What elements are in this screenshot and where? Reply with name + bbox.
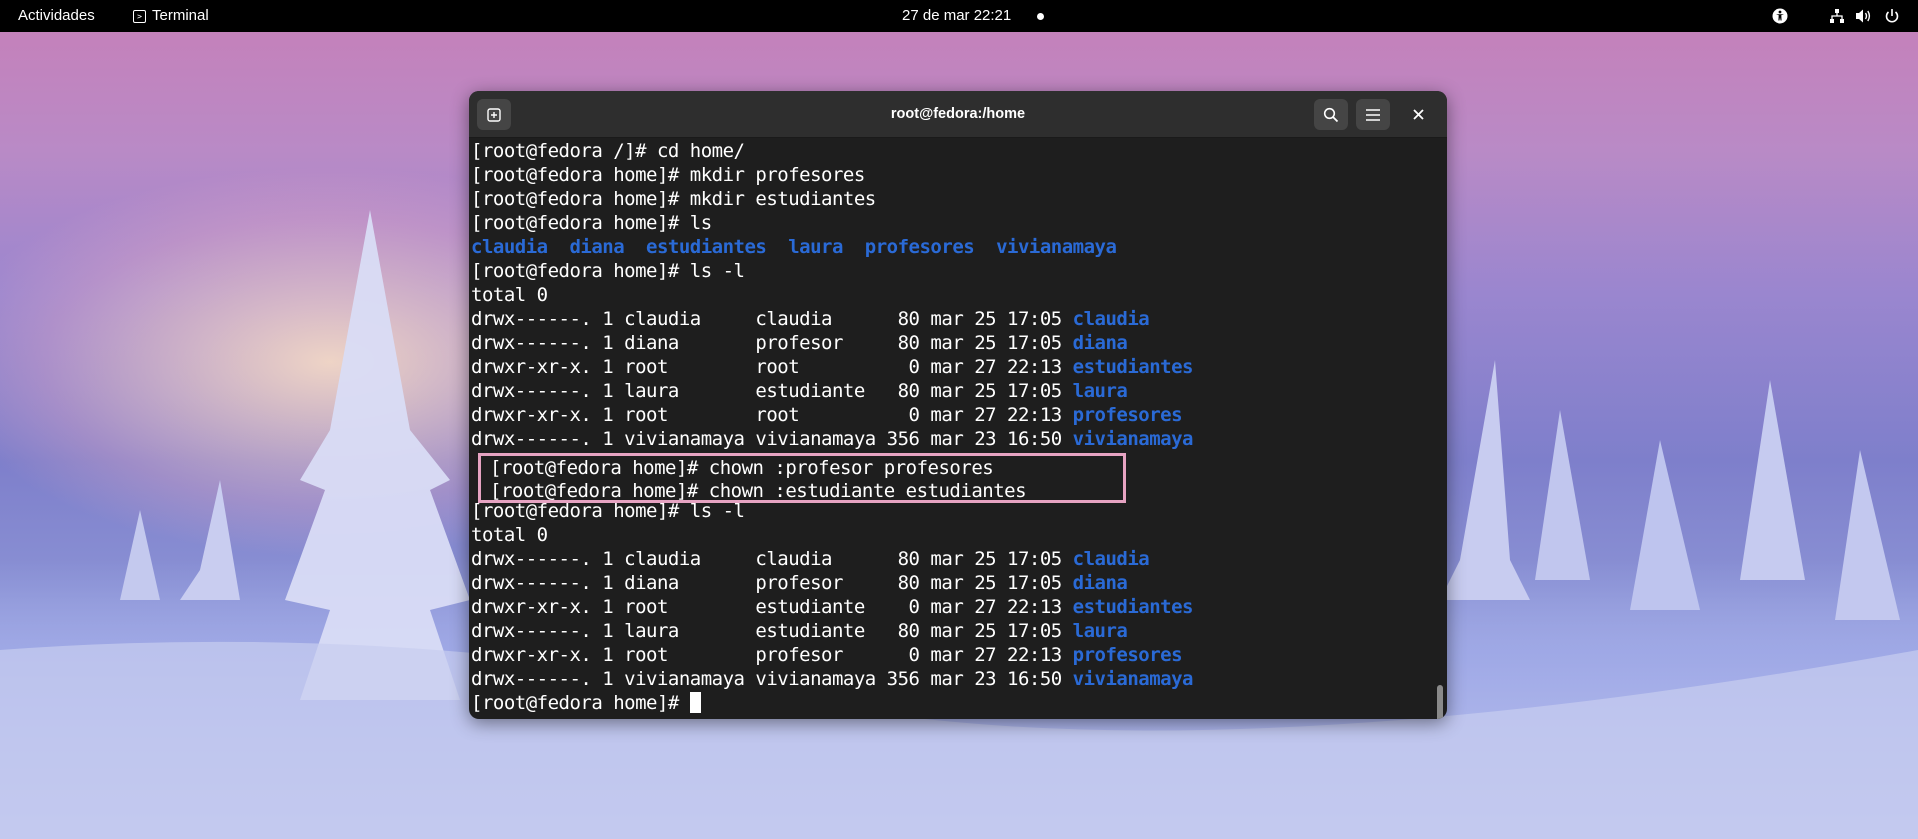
dir-name: laura [1072, 620, 1128, 642]
hamburger-menu-icon [1366, 108, 1380, 121]
terminal-line: [root@fedora /]# cd home/ [471, 140, 745, 162]
terminal-line: total 0 [471, 284, 548, 306]
window-title: root@fedora:/home [890, 106, 1026, 122]
dir-name: diana [1072, 332, 1128, 354]
terminal-line: total 0 [471, 524, 548, 546]
highlighted-command: [root@fedora home]# chown :estudiante es… [490, 480, 1027, 502]
dir-name: profesores [1072, 404, 1183, 426]
clock[interactable]: 27 de mar 22:21 [902, 0, 1011, 32]
dir-name: claudia [1072, 548, 1150, 570]
listing-row: drwx------. 1 diana profesor 80 mar 25 1… [471, 332, 1128, 354]
terminal-line: [root@fedora home]# mkdir profesores [471, 164, 865, 186]
dir-name: laura [1072, 380, 1128, 402]
listing-row: drwx------. 1 vivianamaya vivianamaya 35… [471, 428, 1194, 450]
dir-name: diana [1072, 572, 1128, 594]
volume-icon[interactable] [1855, 0, 1873, 32]
close-button[interactable] [1401, 99, 1435, 130]
listing-row: drwx------. 1 vivianamaya vivianamaya 35… [471, 668, 1194, 690]
terminal-line: [root@fedora home]# mkdir estudiantes [471, 188, 876, 210]
terminal-content[interactable]: [root@fedora /]# cd home/ [root@fedora h… [471, 139, 1433, 715]
network-icon[interactable] [1829, 0, 1845, 32]
accessibility-icon[interactable] [1772, 0, 1788, 32]
listing-row: drwxr-xr-x. 1 root profesor 0 mar 27 22:… [471, 644, 1183, 666]
search-icon [1323, 107, 1339, 122]
dir-name: estudiantes [1072, 356, 1194, 378]
new-tab-icon [487, 107, 501, 122]
dir-name: estudiantes [1072, 596, 1194, 618]
window-header: root@fedora:/home [469, 91, 1447, 138]
search-button[interactable] [1314, 99, 1348, 130]
power-icon[interactable] [1884, 0, 1900, 32]
text-cursor [689, 692, 701, 713]
dir-name: profesores [1072, 644, 1183, 666]
listing-row: drwxr-xr-x. 1 root root 0 mar 27 22:13 p… [471, 404, 1183, 426]
close-icon [1412, 109, 1424, 120]
activities-button[interactable]: Actividades [18, 0, 95, 32]
notification-dot-icon [1037, 13, 1044, 20]
menu-button[interactable] [1356, 99, 1390, 130]
dir-name: vivianamaya [1072, 428, 1194, 450]
highlight-annotation-box: [root@fedora home]# chown :profesor prof… [478, 453, 1126, 503]
highlighted-command: [root@fedora home]# chown :profesor prof… [490, 457, 994, 479]
dir-name: vivianamaya [1072, 668, 1194, 690]
app-name: Terminal [152, 7, 209, 24]
scrollbar-thumb[interactable] [1437, 685, 1443, 719]
listing-row: drwxr-xr-x. 1 root root 0 mar 27 22:13 e… [471, 356, 1194, 378]
dir-name: claudia [1072, 308, 1150, 330]
listing-row: drwx------. 1 diana profesor 80 mar 25 1… [471, 572, 1128, 594]
listing-row: drwx------. 1 claudia claudia 80 mar 25 … [471, 308, 1150, 330]
listing-row: drwx------. 1 claudia claudia 80 mar 25 … [471, 548, 1150, 570]
ls-output: claudia diana estudiantes laura profesor… [471, 236, 1117, 258]
new-tab-button[interactable] [477, 99, 511, 130]
listing-row: drwxr-xr-x. 1 root estudiante 0 mar 27 2… [471, 596, 1194, 618]
scrollbar[interactable] [1435, 139, 1445, 719]
terminal-app-icon: > [133, 9, 146, 23]
listing-row: drwx------. 1 laura estudiante 80 mar 25… [471, 620, 1128, 642]
listing-row: drwx------. 1 laura estudiante 80 mar 25… [471, 380, 1128, 402]
terminal-line: [root@fedora home]# ls -l [471, 260, 745, 282]
terminal-line: [root@fedora home]# ls [471, 212, 712, 234]
terminal-window: root@fedora:/home [root@fedora /]# cd ho… [469, 91, 1447, 719]
top-bar: Actividades > Terminal 27 de mar 22:21 [0, 0, 1918, 32]
prompt-line: [root@fedora home]# [471, 691, 701, 715]
app-menu-terminal[interactable]: > Terminal [133, 0, 209, 32]
